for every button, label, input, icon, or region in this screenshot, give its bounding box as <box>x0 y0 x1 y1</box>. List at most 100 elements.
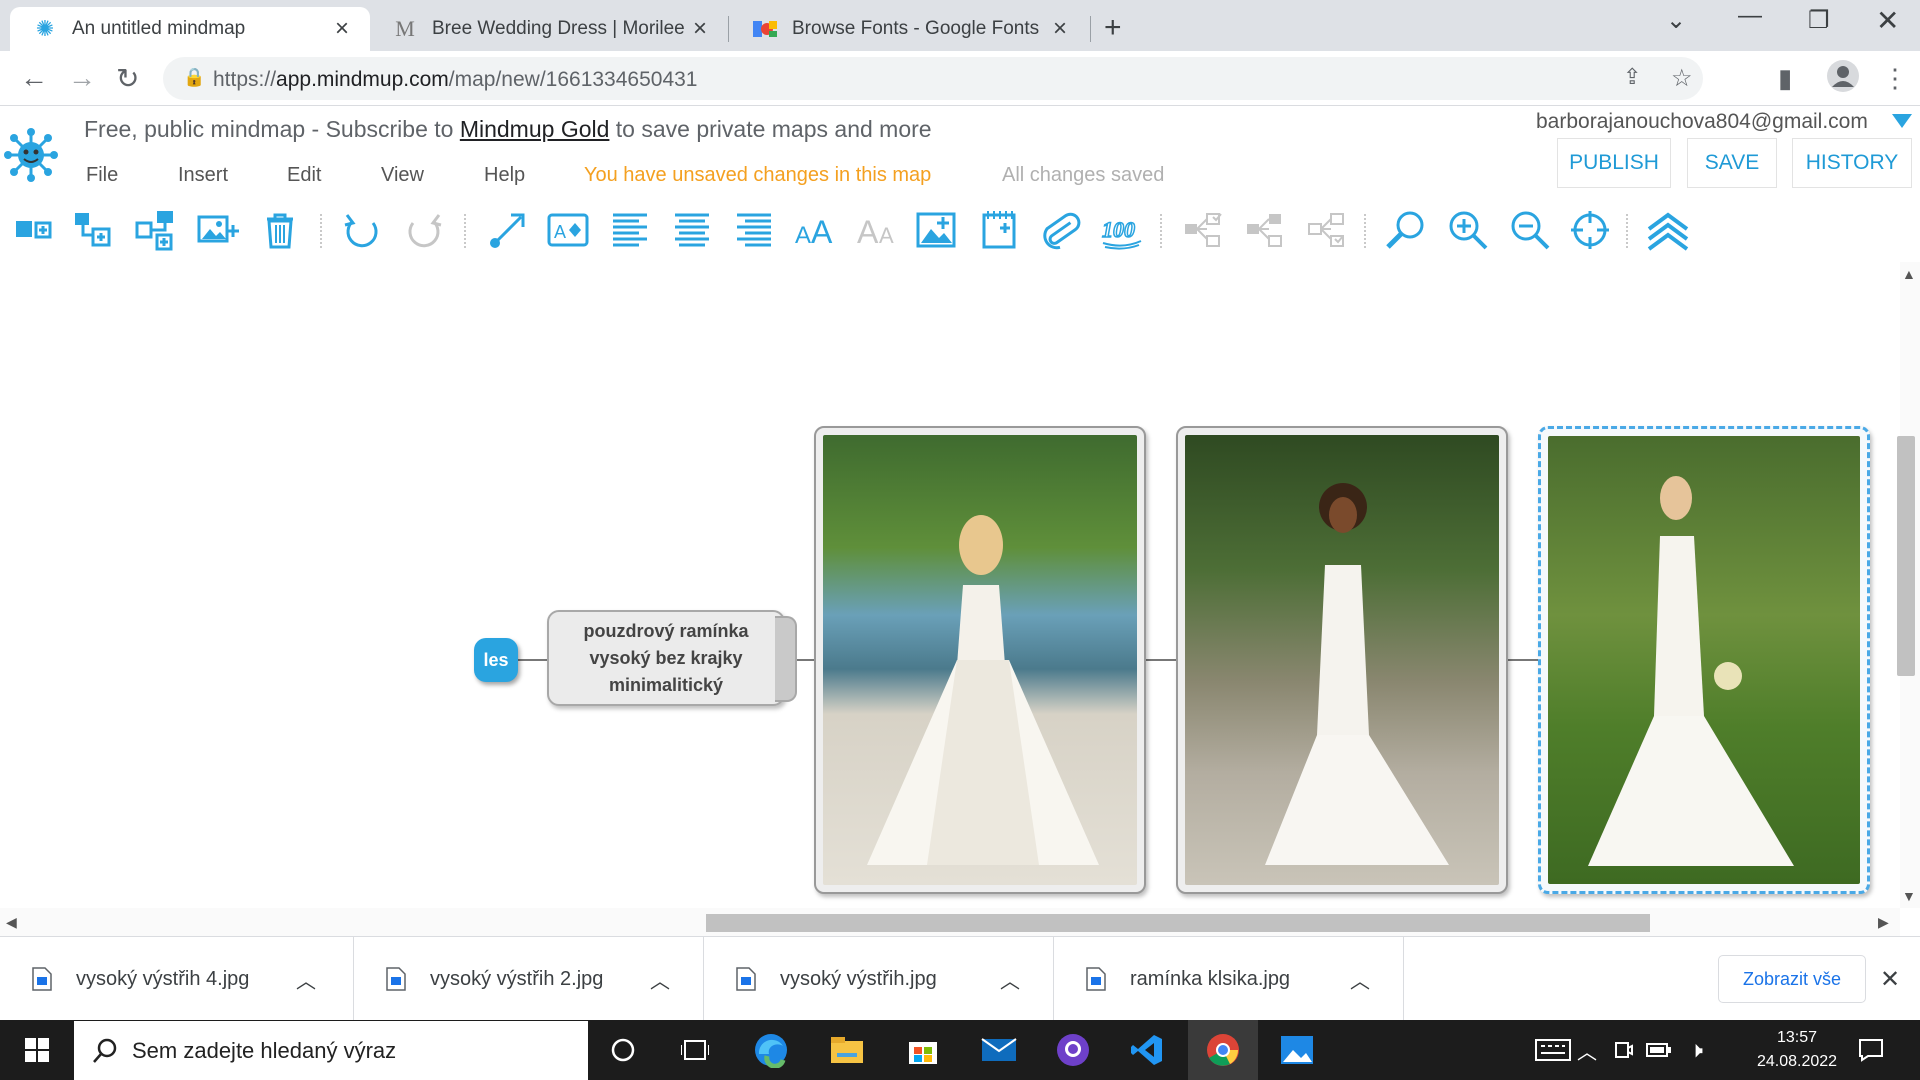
lock-icon[interactable]: 🔒 <box>183 67 205 88</box>
scroll-left-arrow-icon[interactable]: ◀ <box>6 914 17 931</box>
close-tab-icon[interactable]: × <box>688 15 712 43</box>
tab-search-chevron-icon[interactable]: ⌄ <box>1666 6 1686 35</box>
download-item[interactable]: ramínka klsika.jpg ︿ <box>1054 937 1404 1021</box>
bookmark-star-icon[interactable]: ☆ <box>1671 64 1693 93</box>
cortana-icon[interactable] <box>588 1020 658 1080</box>
vertical-scroll-thumb[interactable] <box>1897 436 1915 676</box>
progress-100-icon[interactable]: 100 <box>1100 208 1144 252</box>
chevron-up-icon[interactable]: ︿ <box>1000 965 1020 994</box>
zoom-in-icon[interactable] <box>1446 208 1490 252</box>
forward-button[interactable]: → <box>68 62 96 94</box>
node-collapse-tab[interactable] <box>775 616 797 702</box>
download-item[interactable]: vysoký výstřih 2.jpg ︿ <box>354 937 704 1021</box>
undo-icon[interactable] <box>340 208 384 252</box>
font-size-decrease-icon[interactable]: AA <box>856 208 900 252</box>
tab-mindmap[interactable]: ✺ An untitled mindmap × <box>10 7 370 51</box>
back-button[interactable]: ← <box>20 62 48 94</box>
close-window-button[interactable]: ✕ <box>1876 4 1899 37</box>
history-button[interactable]: HISTORY <box>1792 138 1912 188</box>
tab-google-fonts[interactable]: Browse Fonts - Google Fonts × <box>730 7 1088 51</box>
show-all-downloads-button[interactable]: Zobrazit vše <box>1718 955 1866 1003</box>
reload-button[interactable]: ↻ <box>116 62 139 95</box>
mindmup-logo-icon[interactable] <box>4 128 58 182</box>
image-node-selected[interactable] <box>1538 426 1870 894</box>
download-item[interactable]: vysoký výstřih 4.jpg ︿ <box>0 937 354 1021</box>
share-icon[interactable]: ⇪ <box>1623 64 1641 90</box>
note-icon[interactable] <box>978 208 1022 252</box>
edge-browser-icon[interactable] <box>736 1020 806 1080</box>
save-button[interactable]: SAVE <box>1687 138 1777 188</box>
side-panel-icon[interactable]: ▮ <box>1778 63 1792 94</box>
new-tab-button[interactable]: + <box>1104 11 1122 45</box>
expand-icon[interactable] <box>1244 208 1288 252</box>
github-desktop-icon[interactable] <box>1038 1020 1108 1080</box>
menu-view[interactable]: View <box>381 164 424 187</box>
menu-edit[interactable]: Edit <box>287 164 321 187</box>
publish-button[interactable]: PUBLISH <box>1557 138 1671 188</box>
photos-icon[interactable] <box>1262 1020 1332 1080</box>
collapse-icon[interactable] <box>1182 208 1226 252</box>
menu-help[interactable]: Help <box>484 164 525 187</box>
align-left-icon[interactable] <box>608 208 652 252</box>
meet-now-icon[interactable] <box>1606 1020 1640 1080</box>
menu-file[interactable]: File <box>86 164 118 187</box>
chevron-up-icon[interactable]: ︿ <box>650 965 670 994</box>
system-clock[interactable]: 13:57 24.08.2022 <box>1752 1026 1842 1074</box>
browser-menu-icon[interactable]: ⋮ <box>1882 63 1908 94</box>
chevron-up-icon[interactable]: ︿ <box>296 965 316 994</box>
scroll-right-arrow-icon[interactable]: ▶ <box>1878 914 1889 931</box>
mindmup-icon: ✺ <box>35 16 55 41</box>
add-link-arrow-icon[interactable] <box>486 208 530 252</box>
profile-avatar-icon[interactable] <box>1826 59 1860 100</box>
vscode-icon[interactable] <box>1112 1020 1182 1080</box>
mail-icon[interactable] <box>964 1020 1034 1080</box>
root-node[interactable]: les <box>474 638 518 682</box>
image-node[interactable] <box>814 426 1146 894</box>
chevron-up-icon[interactable]: ︿ <box>1350 965 1370 994</box>
add-parent-icon[interactable] <box>134 208 178 252</box>
close-downloads-icon[interactable]: ✕ <box>1880 965 1900 994</box>
background-image-icon[interactable] <box>914 208 958 252</box>
volume-muted-icon[interactable]: 🕨 <box>1678 1020 1714 1080</box>
add-sibling-icon[interactable] <box>72 208 116 252</box>
font-size-increase-icon[interactable]: AA <box>794 208 838 252</box>
image-node[interactable] <box>1176 426 1508 894</box>
search-magnifier-icon[interactable] <box>1384 208 1428 252</box>
attachment-icon[interactable] <box>1038 208 1082 252</box>
zoom-out-icon[interactable] <box>1508 208 1552 252</box>
account-dropdown-icon[interactable] <box>1892 114 1912 128</box>
add-child-icon[interactable] <box>12 208 56 252</box>
account-email[interactable]: barborajanouchova804@gmail.com <box>1536 110 1868 134</box>
scroll-up-arrow-icon[interactable]: ▲ <box>1902 266 1916 282</box>
insert-image-icon[interactable] <box>196 208 240 252</box>
close-tab-icon[interactable]: × <box>330 15 354 43</box>
task-view-icon[interactable] <box>660 1020 730 1080</box>
minimize-button[interactable]: — <box>1738 2 1762 30</box>
close-tab-icon[interactable]: × <box>1048 15 1072 43</box>
restore-button[interactable]: ❐ <box>1808 6 1830 35</box>
align-center-icon[interactable] <box>670 208 714 252</box>
battery-icon[interactable] <box>1642 1020 1676 1080</box>
center-map-icon[interactable] <box>1568 208 1612 252</box>
horizontal-scroll-thumb[interactable] <box>706 914 1650 932</box>
redo-icon[interactable] <box>402 208 446 252</box>
mindmap-node[interactable]: pouzdrový ramínka vysoký bez krajky mini… <box>547 610 797 706</box>
delete-trash-icon[interactable] <box>258 208 302 252</box>
microsoft-store-icon[interactable] <box>888 1020 958 1080</box>
toggle-collapse-icon[interactable] <box>1306 208 1350 252</box>
download-item[interactable]: vysoký výstřih.jpg ︿ <box>704 937 1054 1021</box>
taskbar-search-box[interactable]: Sem zadejte hledaný výraz <box>74 1021 588 1080</box>
tab-morilee[interactable]: M Bree Wedding Dress | Morilee × <box>370 7 728 51</box>
scroll-down-arrow-icon[interactable]: ▼ <box>1902 888 1916 904</box>
notification-center-icon[interactable] <box>1836 1020 1906 1080</box>
file-explorer-icon[interactable] <box>812 1020 882 1080</box>
menu-insert[interactable]: Insert <box>178 164 228 187</box>
chrome-icon[interactable] <box>1188 1020 1258 1080</box>
windows-start-icon[interactable] <box>2 1020 72 1080</box>
tray-chevron-up-icon[interactable]: ︿ <box>1570 1020 1604 1080</box>
mindmup-gold-link[interactable]: Mindmup Gold <box>460 116 610 142</box>
address-bar[interactable]: 🔒 https://app.mindmup.com/map/new/166133… <box>163 57 1703 100</box>
node-style-icon[interactable]: A <box>546 208 590 252</box>
align-right-icon[interactable] <box>732 208 776 252</box>
collapse-toolbar-icon[interactable] <box>1646 208 1690 252</box>
